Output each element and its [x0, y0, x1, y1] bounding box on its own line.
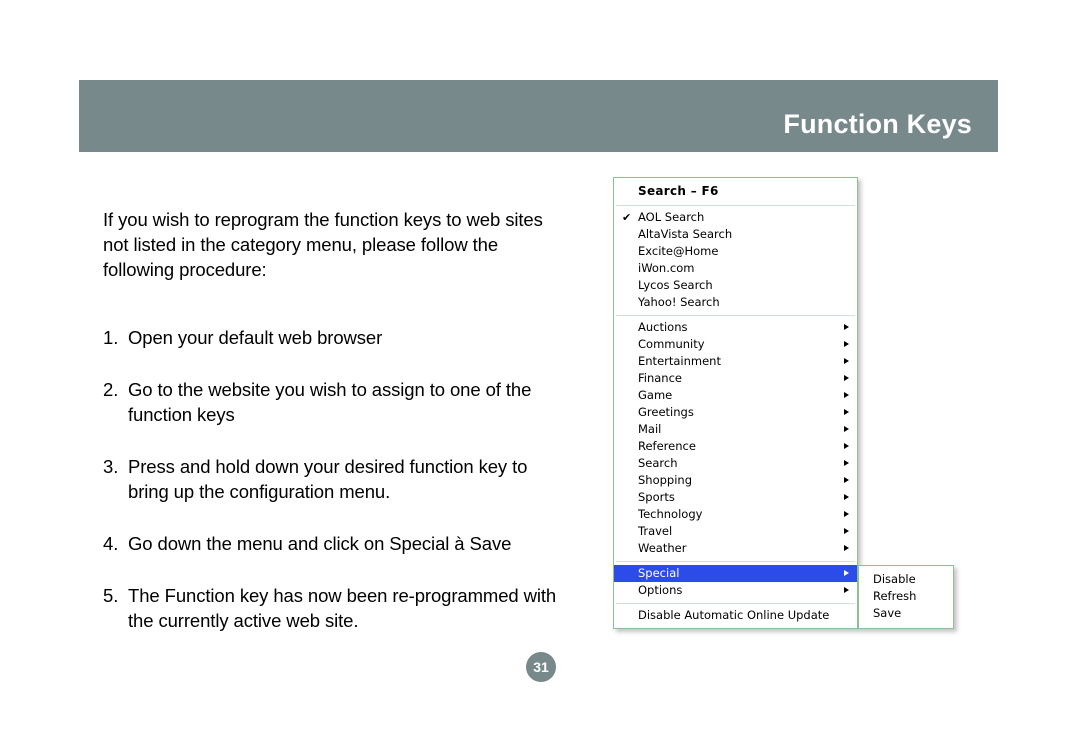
menu-item-greetings[interactable]: Greetings — [614, 404, 857, 421]
submenu-arrow-icon — [844, 341, 849, 347]
menu-item-label: Auctions — [638, 320, 688, 334]
menu-item-label: Excite@Home — [638, 244, 719, 258]
menu-item-label: Community — [638, 337, 705, 351]
submenu-arrow-icon — [844, 324, 849, 330]
menu-item-special[interactable]: Special — [614, 565, 857, 582]
page-number-badge: 31 — [526, 652, 556, 682]
list-item: 5. The Function key has now been re-prog… — [103, 583, 573, 633]
menu-item-label: Weather — [638, 541, 687, 555]
menu-item-finance[interactable]: Finance — [614, 370, 857, 387]
menu-item-aol-search[interactable]: ✔ AOL Search — [614, 209, 857, 226]
step-text: Go down the menu and click on Special à … — [128, 533, 512, 554]
submenu-arrow-icon — [844, 494, 849, 500]
list-item: 3. Press and hold down your desired func… — [103, 454, 573, 504]
step-number: 2. — [103, 379, 119, 400]
special-options-group: Special Options — [614, 562, 857, 603]
step-text: Open your default web browser — [128, 327, 383, 348]
menu-item-label: AltaVista Search — [638, 227, 733, 241]
submenu-item-save[interactable]: Save — [859, 605, 953, 622]
category-group: Auctions Community Entertainment Finance Gam… — [614, 316, 857, 561]
menu-item-mail[interactable]: Mail — [614, 421, 857, 438]
page-title: Function Keys — [783, 109, 972, 139]
search-engine-group: ✔ AOL Search AltaVista Search Excite@Home iW… — [614, 206, 857, 315]
menu-item-iwon-com[interactable]: iWon.com — [614, 260, 857, 277]
menu-item-altavista-search[interactable]: AltaVista Search — [614, 226, 857, 243]
menu-item-label: Technology — [638, 507, 703, 521]
submenu-arrow-icon — [844, 375, 849, 381]
menu-item-shopping[interactable]: Shopping — [614, 472, 857, 489]
menu-item-label: Greetings — [638, 405, 694, 419]
step-number: 3. — [103, 456, 119, 477]
submenu-arrow-icon — [844, 426, 849, 432]
menu-item-label: Sports — [638, 490, 675, 504]
submenu-arrow-icon — [844, 409, 849, 415]
menu-item-label: Lycos Search — [638, 278, 713, 292]
step-text: Go to the website you wish to assign to … — [128, 379, 532, 425]
step-number: 5. — [103, 585, 119, 606]
step-number: 4. — [103, 533, 119, 554]
menu-item-technology[interactable]: Technology — [614, 506, 857, 523]
intro-paragraph: If you wish to reprogram the function ke… — [103, 209, 543, 280]
step-text: The Function key has now been re-program… — [128, 585, 557, 631]
spacer — [103, 427, 573, 454]
footer-group: Disable Automatic Online Update — [614, 604, 857, 628]
menu-item-excite-home[interactable]: Excite@Home — [614, 243, 857, 260]
spacer — [103, 350, 573, 377]
submenu-item-disable[interactable]: Disable — [859, 571, 953, 588]
submenu-item-refresh[interactable]: Refresh — [859, 588, 953, 605]
menu-item-label: Yahoo! Search — [638, 295, 720, 309]
menu-item-label: Reference — [638, 439, 696, 453]
menu-item-yahoo-search[interactable]: Yahoo! Search — [614, 294, 857, 311]
menu-item-sports[interactable]: Sports — [614, 489, 857, 506]
menu-item-community[interactable]: Community — [614, 336, 857, 353]
submenu-arrow-icon — [844, 587, 849, 593]
menu-item-label: Mail — [638, 422, 662, 436]
submenu-arrow-icon — [844, 528, 849, 534]
spacer — [103, 556, 573, 583]
menu-item-label: Search — [638, 456, 678, 470]
submenu-arrow-icon — [844, 570, 849, 576]
menu-item-reference[interactable]: Reference — [614, 438, 857, 455]
menu-item-weather[interactable]: Weather — [614, 540, 857, 557]
submenu-arrow-icon — [844, 511, 849, 517]
special-submenu: Disable Refresh Save — [858, 565, 954, 629]
list-item: 2. Go to the website you wish to assign … — [103, 377, 573, 427]
menu-item-game[interactable]: Game — [614, 387, 857, 404]
menu-item-label: Options — [638, 583, 683, 597]
menu-item-lycos-search[interactable]: Lycos Search — [614, 277, 857, 294]
menu-item-travel[interactable]: Travel — [614, 523, 857, 540]
submenu-arrow-icon — [844, 443, 849, 449]
step-number: 1. — [103, 327, 119, 348]
menu-item-search[interactable]: Search — [614, 455, 857, 472]
header-bar: Function Keys — [79, 80, 998, 152]
menu-item-label: iWon.com — [638, 261, 695, 275]
menu-item-label: Entertainment — [638, 354, 721, 368]
menu-item-auctions[interactable]: Auctions — [614, 319, 857, 336]
submenu-arrow-icon — [844, 545, 849, 551]
menu-item-label: Game — [638, 388, 673, 402]
instructions-body: If you wish to reprogram the function ke… — [103, 207, 573, 633]
menu-item-disable-automatic-online-update[interactable]: Disable Automatic Online Update — [614, 607, 857, 624]
menu-item-options[interactable]: Options — [614, 582, 857, 599]
spacer — [103, 504, 573, 531]
context-menu-header: Search – F6 — [638, 184, 719, 198]
submenu-arrow-icon — [844, 392, 849, 398]
list-item: 4. Go down the menu and click on Special… — [103, 531, 573, 556]
menu-item-label: Shopping — [638, 473, 693, 487]
submenu-arrow-icon — [844, 460, 849, 466]
menu-item-label: Travel — [638, 524, 673, 538]
step-text: Press and hold down your desired functio… — [128, 456, 528, 502]
steps-list: 1. Open your default web browser 2. Go t… — [103, 325, 573, 633]
check-icon: ✔ — [622, 211, 632, 224]
submenu-arrow-icon — [844, 477, 849, 483]
list-item: 1. Open your default web browser — [103, 325, 573, 350]
submenu-arrow-icon — [844, 358, 849, 364]
menu-item-entertainment[interactable]: Entertainment — [614, 353, 857, 370]
menu-item-label: AOL Search — [638, 210, 705, 224]
context-menu: Search – F6 ✔ AOL Search AltaVista Search E… — [613, 177, 858, 629]
menu-item-label: Special — [638, 566, 680, 580]
menu-item-label: Finance — [638, 371, 682, 385]
